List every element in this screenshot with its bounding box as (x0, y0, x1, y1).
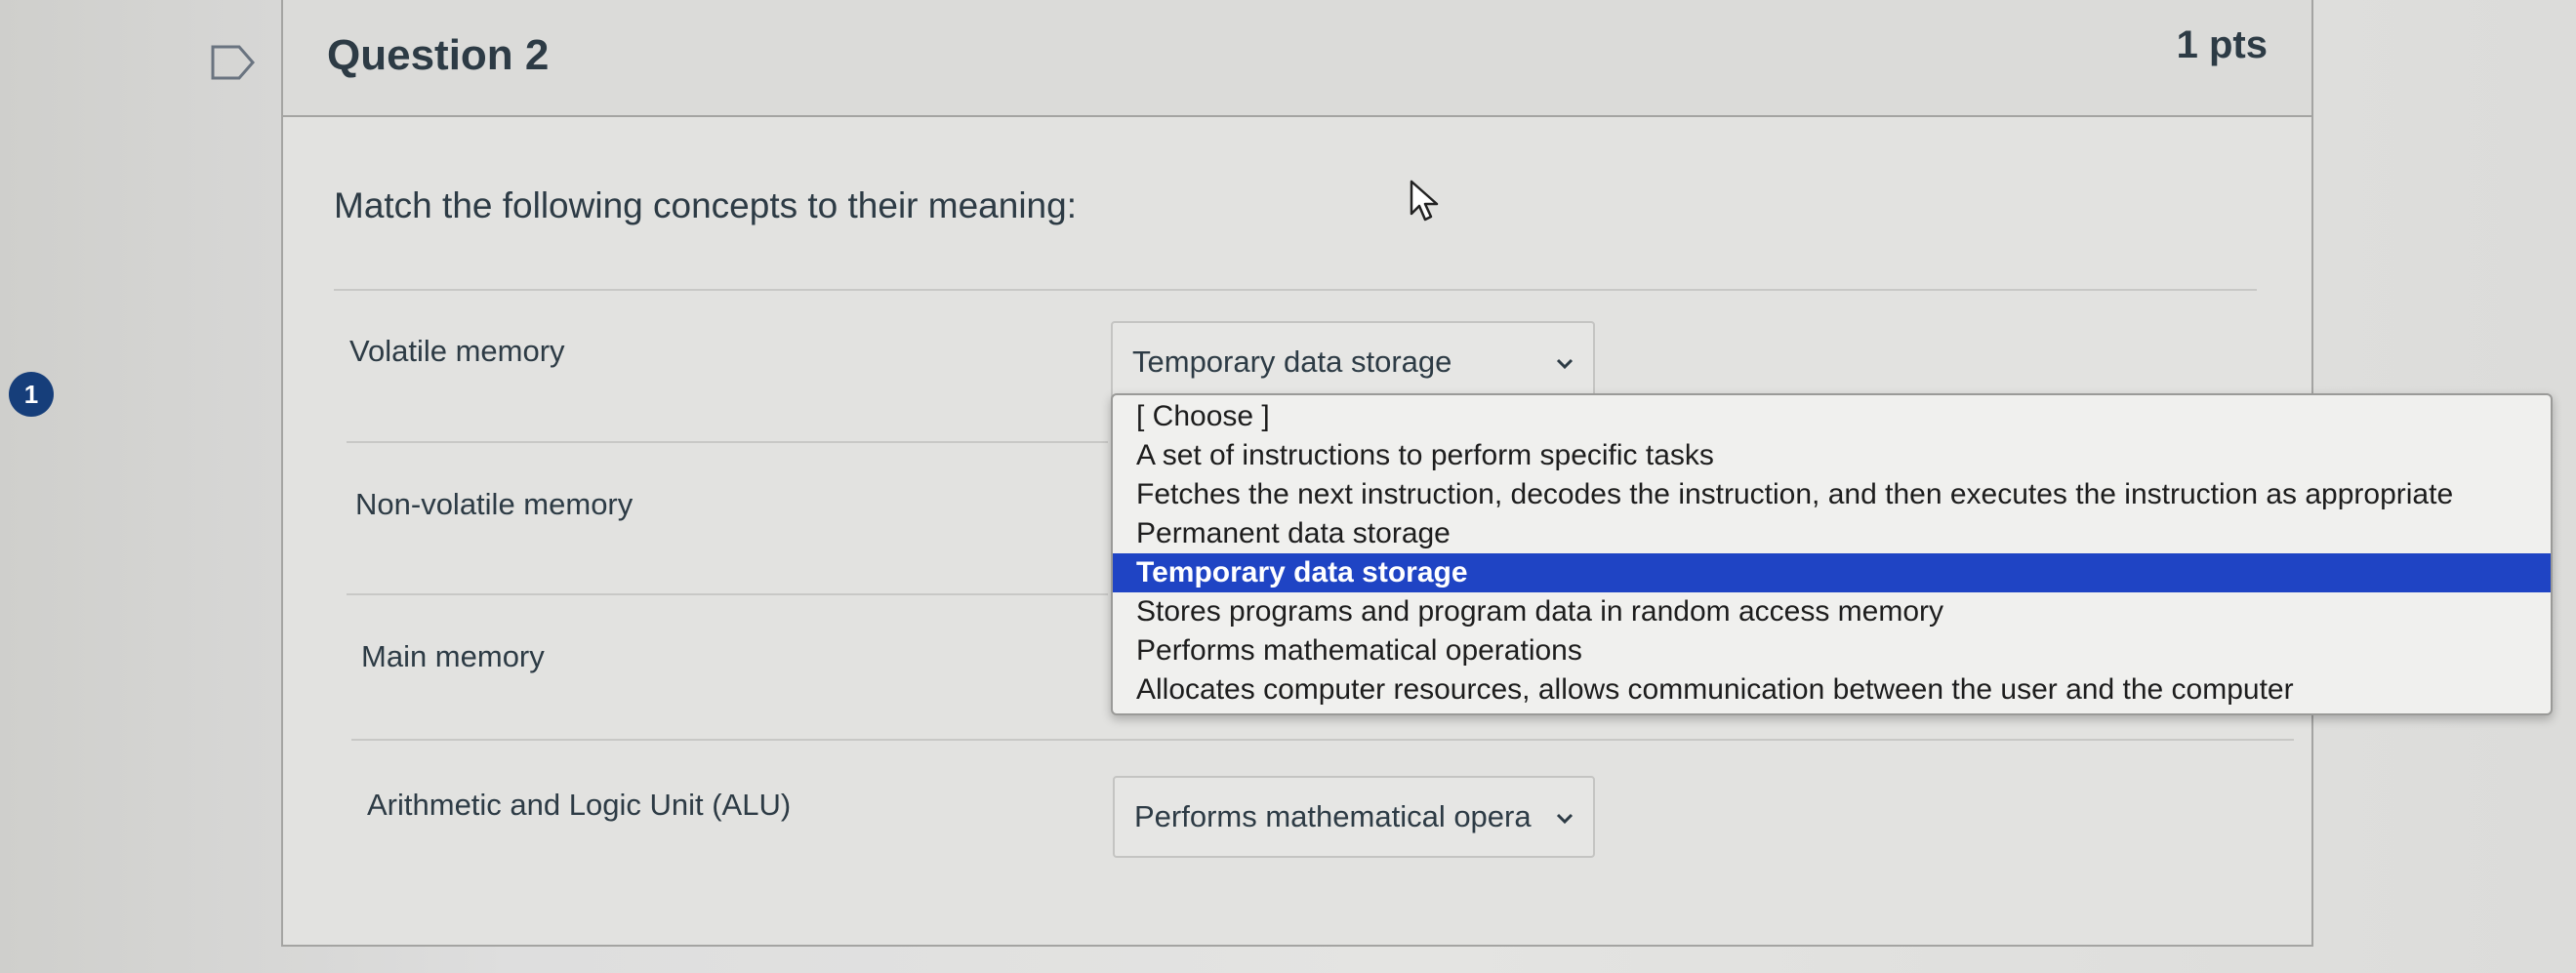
match-label-main-memory: Main memory (361, 639, 545, 673)
row-divider (347, 441, 1108, 443)
dropdown-option[interactable]: Permanent data storage (1113, 514, 2551, 553)
match-label-non-volatile-memory: Non-volatile memory (355, 487, 634, 521)
flag-icon[interactable] (210, 44, 257, 81)
dropdown-option[interactable]: A set of instructions to perform specifi… (1113, 436, 2551, 475)
row-divider (334, 289, 2257, 291)
row-divider (347, 593, 1108, 595)
question-title: Question 2 (327, 31, 550, 79)
dropdown-option[interactable]: Allocates computer resources, allows com… (1113, 670, 2551, 709)
match-label-volatile-memory: Volatile memory (349, 334, 565, 368)
question-number-badge[interactable]: 1 (9, 372, 54, 417)
select-value: Temporary data storage (1132, 345, 1452, 379)
row-divider (351, 739, 2294, 741)
select-value: Performs mathematical opera (1134, 799, 1532, 833)
dropdown-option[interactable]: [ Choose ] (1113, 397, 2551, 436)
select-volatile-memory[interactable]: Temporary data storage (1111, 321, 1595, 403)
question-header (281, 0, 2313, 117)
question-points: 1 pts (2176, 23, 2268, 66)
dropdown-options-list[interactable]: [ Choose ] A set of instructions to perf… (1111, 393, 2553, 715)
dropdown-option[interactable]: Stores programs and program data in rand… (1113, 592, 2551, 631)
dropdown-option-selected[interactable]: Temporary data storage (1113, 553, 2551, 592)
chevron-down-icon (1556, 813, 1574, 825)
mouse-pointer-icon (1410, 180, 1439, 222)
match-label-alu: Arithmetic and Logic Unit (ALU) (367, 788, 792, 822)
select-alu[interactable]: Performs mathematical opera (1113, 776, 1595, 858)
dropdown-option[interactable]: Fetches the next instruction, decodes th… (1113, 475, 2551, 514)
chevron-down-icon (1556, 358, 1574, 370)
question-prompt: Match the following concepts to their me… (334, 185, 1077, 225)
dropdown-option[interactable]: Performs mathematical operations (1113, 631, 2551, 670)
